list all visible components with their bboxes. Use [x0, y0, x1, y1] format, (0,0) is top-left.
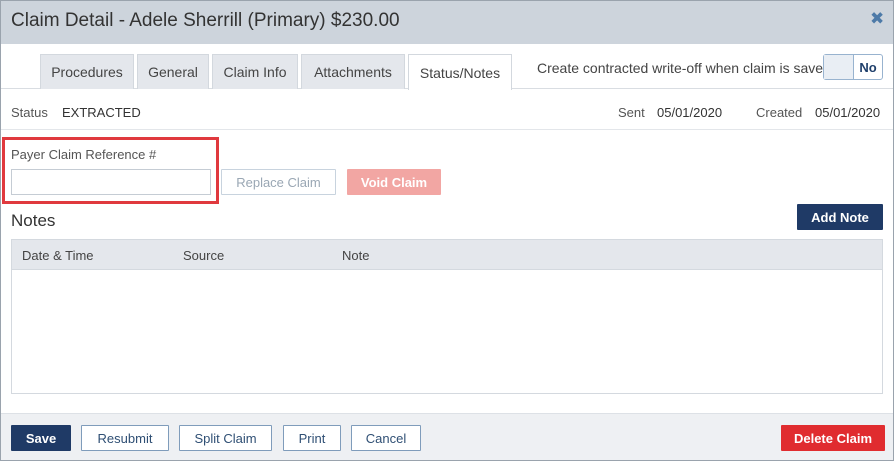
created-label: Created — [756, 105, 803, 120]
save-button[interactable]: Save — [11, 425, 71, 451]
tab-bar: Procedures General Claim Info Attachment… — [1, 44, 893, 90]
column-header-source[interactable]: Source — [183, 248, 224, 263]
resubmit-button[interactable]: Resubmit — [81, 425, 169, 451]
sent-label: Sent — [618, 105, 645, 120]
close-icon[interactable]: ✖ — [870, 10, 884, 27]
tab-status-notes[interactable]: Status/Notes — [408, 54, 512, 90]
payer-claim-reference-input[interactable] — [11, 169, 211, 195]
delete-claim-button[interactable]: Delete Claim — [781, 425, 885, 451]
column-header-date-time[interactable]: Date & Time — [22, 248, 94, 263]
sent-value: 05/01/2020 — [657, 105, 723, 120]
tab-claim-info[interactable]: Claim Info — [212, 54, 298, 89]
tab-procedures[interactable]: Procedures — [40, 54, 134, 89]
status-row: Status EXTRACTED Sent 05/01/2020 Created… — [1, 90, 893, 130]
void-claim-button[interactable]: Void Claim — [347, 169, 441, 195]
add-note-button[interactable]: Add Note — [797, 204, 883, 230]
notes-heading: Notes — [11, 211, 56, 230]
notes-table: Date & Time Source Note — [11, 239, 883, 394]
cancel-button[interactable]: Cancel — [351, 425, 421, 451]
writeoff-label: Create contracted write-off when claim i… — [537, 60, 831, 76]
tab-attachments[interactable]: Attachments — [301, 54, 405, 89]
notes-table-header: Date & Time Source Note — [12, 240, 882, 270]
created-value: 05/01/2020 — [815, 105, 881, 120]
title-bar: Claim Detail - Adele Sherrill (Primary) … — [1, 1, 893, 44]
payer-claim-reference-label: Payer Claim Reference # — [11, 147, 157, 162]
status-value: EXTRACTED — [62, 105, 141, 120]
column-header-note[interactable]: Note — [342, 248, 369, 263]
claim-detail-dialog: Claim Detail - Adele Sherrill (Primary) … — [0, 0, 894, 461]
dialog-title: Claim Detail - Adele Sherrill (Primary) … — [11, 10, 400, 31]
footer-bar: Save Resubmit Split Claim Print Cancel D… — [1, 413, 893, 460]
print-button[interactable]: Print — [283, 425, 341, 451]
split-claim-button[interactable]: Split Claim — [179, 425, 272, 451]
toggle-value: No — [859, 59, 877, 75]
writeoff-toggle[interactable]: No — [823, 54, 883, 80]
toggle-knob — [824, 55, 854, 79]
status-label: Status — [11, 105, 48, 120]
tab-general[interactable]: General — [137, 54, 209, 89]
replace-claim-button[interactable]: Replace Claim — [221, 169, 336, 195]
